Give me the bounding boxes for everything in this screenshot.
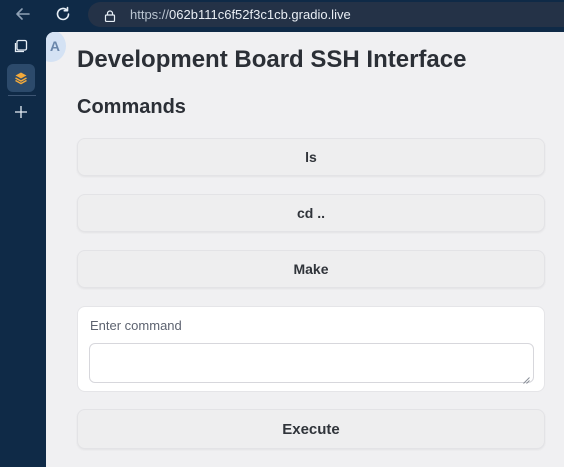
avatar[interactable]: A [46,32,66,62]
url-host: 062b111c6f52f3c1cb.gradio.live [169,7,351,22]
vertical-tabs-sidebar [0,30,46,467]
execute-button[interactable]: Execute [77,409,545,449]
address-bar[interactable]: https://062b111c6f52f3c1cb.gradio.live [88,2,564,27]
back-arrow-icon[interactable] [12,3,34,25]
url-protocol: https:// [130,7,170,22]
cd-up-button[interactable]: cd .. [77,194,545,232]
command-label: Enter command [90,318,182,333]
url-text: https://062b111c6f52f3c1cb.gradio.live [130,7,351,22]
site-info-lock-icon[interactable] [104,9,116,22]
browser-toolbar: https://062b111c6f52f3c1cb.gradio.live [0,0,564,30]
layers-app-icon [15,72,27,85]
tab-actions-icon[interactable] [7,32,35,60]
sidebar-divider [8,95,36,96]
ls-button[interactable]: ls [77,138,545,176]
page-content: A Development Board SSH Interface Comman… [46,32,564,467]
command-input[interactable] [89,343,534,383]
command-input-block: Enter command [77,306,545,392]
refresh-icon[interactable] [52,3,74,25]
sidebar-tab-gradio-app[interactable] [7,64,35,92]
avatar-letter: A [49,38,60,54]
new-tab-plus-icon[interactable] [7,98,35,126]
page-title: Development Board SSH Interface [77,46,467,73]
resize-handle-icon[interactable] [522,371,530,384]
make-button[interactable]: Make [77,250,545,288]
commands-heading: Commands [77,96,186,118]
